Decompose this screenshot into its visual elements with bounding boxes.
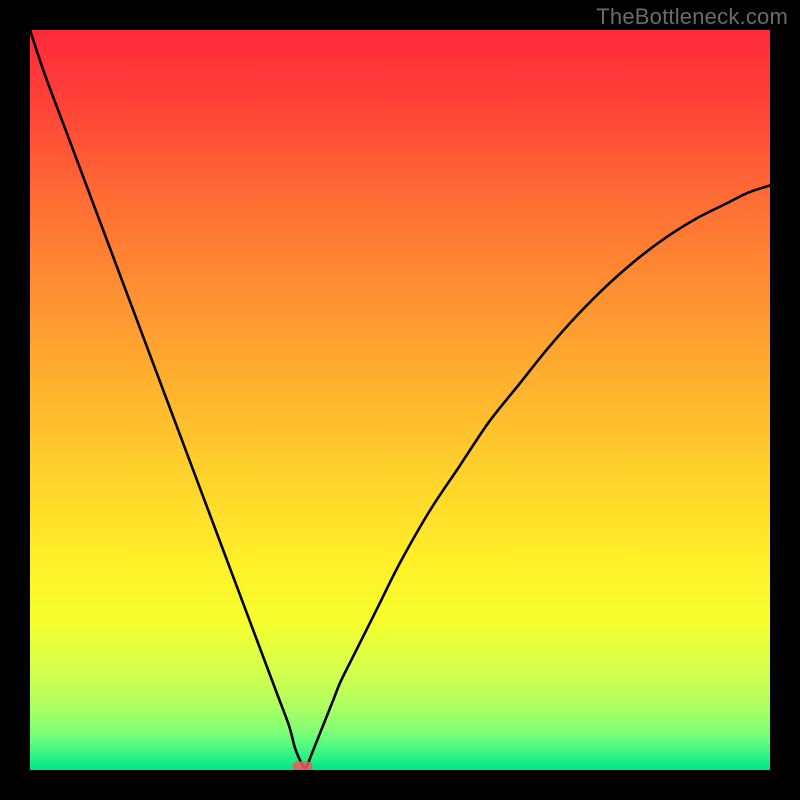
bottleneck-curve-chart <box>30 30 770 770</box>
chart-frame: TheBottleneck.com <box>0 0 800 800</box>
plot-area <box>30 30 770 770</box>
optimum-marker <box>292 761 312 770</box>
gradient-background <box>30 30 770 770</box>
attribution-text: TheBottleneck.com <box>596 4 788 30</box>
